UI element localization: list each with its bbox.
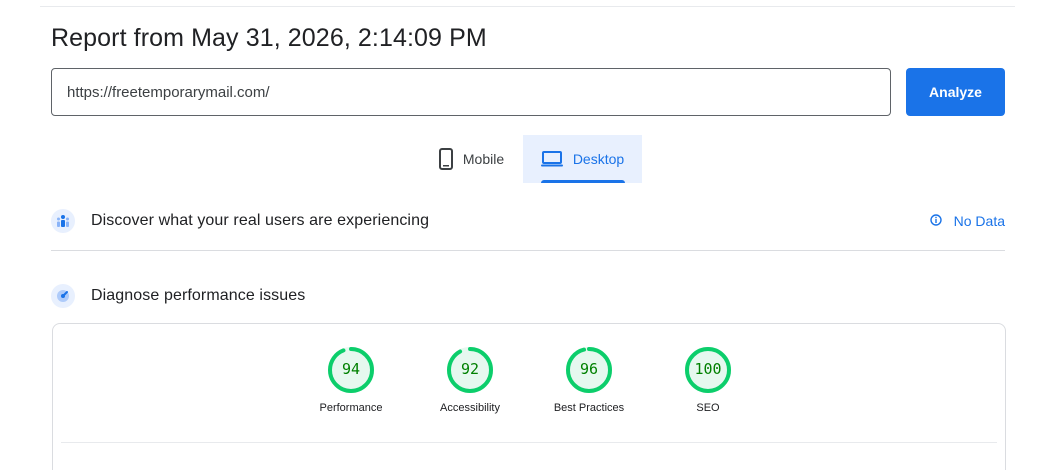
field-data-heading: Discover what your real users are experi…	[91, 212, 430, 229]
card-divider	[61, 442, 997, 443]
tab-desktop-label: Desktop	[572, 151, 625, 167]
page-title: Report from May 31, 2026, 2:14:09 PM	[51, 24, 487, 52]
no-data-link[interactable]: No Data	[929, 213, 1005, 229]
gauge-value: 100	[694, 360, 722, 378]
section-divider	[51, 250, 1005, 251]
info-icon	[929, 213, 942, 229]
analyze-button[interactable]: Analyze	[906, 68, 1005, 116]
field-data-section: Discover what your real users are experi…	[51, 207, 1005, 235]
gauge-performance[interactable]: 94 Performance	[301, 346, 401, 414]
tab-desktop[interactable]: Desktop	[523, 135, 642, 183]
tab-mobile-label: Mobile	[462, 151, 505, 167]
gauge-label: Best Practices	[553, 402, 625, 414]
no-data-label: No Data	[953, 213, 1005, 229]
tab-mobile[interactable]: Mobile	[420, 135, 523, 183]
top-divider	[40, 6, 1015, 7]
gauge-seo[interactable]: 100 SEO	[658, 346, 758, 414]
lab-data-heading: Diagnose performance issues	[91, 287, 306, 304]
gauge-value: 96	[579, 360, 599, 378]
users-icon	[51, 209, 75, 233]
gauge-accessibility[interactable]: 92 Accessibility	[420, 346, 520, 414]
gauge-best-practices[interactable]: 96 Best Practices	[539, 346, 639, 414]
gauge-label: SEO	[696, 402, 720, 414]
diagnose-icon	[51, 284, 75, 308]
lab-data-section: Diagnose performance issues	[51, 282, 1005, 310]
gauge-value: 92	[460, 360, 480, 378]
tab-selected-indicator	[541, 180, 625, 183]
smartphone-icon	[438, 148, 453, 170]
gauge-label: Accessibility	[440, 402, 500, 414]
score-card: 94 Performance 92 Accessibility 96 Best …	[52, 323, 1006, 470]
laptop-icon	[540, 151, 563, 167]
gauge-value: 94	[341, 360, 361, 378]
gauge-label: Performance	[319, 402, 383, 414]
url-input[interactable]	[51, 68, 891, 116]
